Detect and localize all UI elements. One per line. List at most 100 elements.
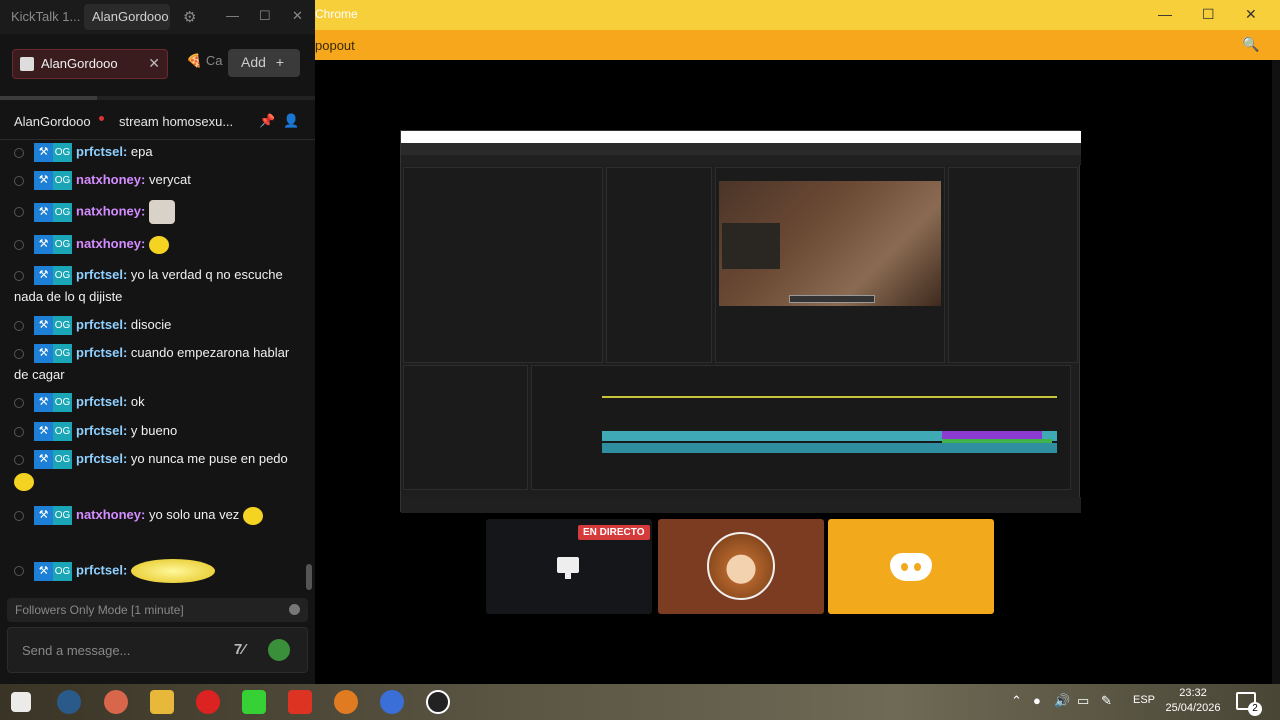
address-bar: popout 🔍 (315, 30, 1280, 60)
tab-alangordooo[interactable]: AlanGordooo ✕ (12, 49, 168, 79)
participant-tile[interactable] (658, 519, 824, 614)
opera-icon[interactable] (196, 690, 220, 714)
participant-tile-discord[interactable] (828, 519, 994, 614)
channel-name: AlanGordooo (14, 114, 91, 129)
info-icon[interactable] (289, 604, 300, 615)
og-badge-icon: OG (53, 561, 72, 581)
message-input[interactable] (22, 640, 222, 660)
add-chat-button[interactable]: Add + (228, 49, 300, 77)
account-chip[interactable]: AlanGordooo (84, 4, 170, 30)
properties-panel (948, 167, 1078, 363)
chat-text: yo solo una vez (148, 507, 240, 522)
clock[interactable]: 23:32 25/04/2026 (1164, 686, 1222, 716)
followers-only-text: Followers Only Mode [1 minute] (15, 603, 184, 617)
chat-username[interactable]: prfctsel: (76, 144, 127, 159)
app-icon[interactable] (288, 690, 312, 714)
close-tab-icon[interactable]: ✕ (148, 55, 160, 72)
chat-username[interactable]: prfctsel: (76, 562, 127, 577)
og-badge-icon: OG (53, 506, 72, 526)
chat-message: ⚒ OG prfctsel: y bueno (14, 420, 302, 442)
kicktalk-window: KickTalk 1... AlanGordooo ⚙ — ☐ ✕ AlanGo… (0, 0, 315, 684)
emoji-picker-icon[interactable] (268, 639, 290, 661)
gear-icon[interactable]: ⚙ (183, 8, 196, 26)
stream-title: stream homosexu... (119, 114, 234, 129)
address-text: popout (315, 38, 355, 53)
pin-icon[interactable]: 📌 (259, 113, 275, 129)
effect-clip (942, 439, 1052, 443)
chat-username[interactable]: natxhoney: (76, 172, 145, 187)
chat-message: ⚒ OG prfctsel: yo la verdad q no escuche n… (14, 264, 302, 308)
windows-taskbar: ⌃ ● 🔊 ▭ ✎ ESP 23:32 25/04/2026 2 (0, 684, 1280, 720)
program-video-frame (719, 181, 941, 306)
minimize-button[interactable]: — (226, 8, 239, 23)
media-panel (606, 167, 712, 363)
live-dot-icon (99, 116, 104, 121)
chat-text: y bueno (130, 423, 178, 438)
moderator-badge-icon: ⚒ (34, 266, 53, 286)
chat-username[interactable]: prfctsel: (76, 267, 127, 282)
volume-icon[interactable]: 🔊 (1054, 693, 1070, 709)
chat-username[interactable]: prfctsel: (76, 451, 127, 466)
chevron-up-icon[interactable]: ⌃ (1011, 693, 1022, 709)
monitor-icon (557, 557, 579, 579)
close-button[interactable]: ✕ (1245, 6, 1257, 23)
app-icon[interactable] (104, 690, 128, 714)
tab-scroll-indicator (0, 96, 315, 100)
moderator-badge-icon: ⚒ (34, 422, 53, 442)
maximize-button[interactable]: ☐ (259, 8, 271, 24)
windows-start-icon[interactable] (11, 692, 31, 712)
chat-username[interactable]: prfctsel: (76, 345, 127, 360)
og-badge-icon: OG (53, 202, 72, 222)
chat-username[interactable]: prfctsel: (76, 317, 127, 332)
chat-tabbar: AlanGordooo ✕ 🍕 Ca Add + (0, 44, 315, 84)
chat-username[interactable]: natxhoney: (76, 236, 145, 251)
tab-label: AlanGordooo (41, 56, 118, 71)
emote-icon (130, 559, 215, 583)
game-hotbar (789, 295, 875, 303)
chat-username[interactable]: natxhoney: (76, 203, 145, 218)
moderator-badge-icon: ⚒ (34, 344, 53, 364)
chat-message: ⚒ OG natxhoney: yo solo una vez (14, 504, 302, 526)
og-badge-icon: OG (53, 422, 72, 442)
language-indicator[interactable]: ESP (1133, 694, 1155, 706)
tab-other[interactable]: 🍕 Ca (186, 53, 222, 69)
chrome-icon[interactable] (380, 690, 404, 714)
user-icon[interactable]: 👤 (283, 113, 299, 129)
window-edge (1272, 60, 1280, 684)
pen-icon[interactable]: ✎ (1101, 693, 1112, 709)
project-panel (403, 365, 528, 490)
tab-other-label: Ca (205, 53, 223, 68)
maximize-button[interactable]: ☐ (1202, 6, 1215, 23)
file-explorer-icon[interactable] (150, 690, 174, 714)
zoom-icon[interactable]: 🔍 (1242, 36, 1259, 53)
microphone-icon[interactable] (334, 690, 358, 714)
kick-emote-icon[interactable]: 7⁄ (234, 641, 245, 658)
steam-icon[interactable] (57, 690, 81, 714)
steam-tray-icon[interactable]: ● (1033, 693, 1041, 708)
network-icon[interactable]: ▭ (1077, 693, 1089, 709)
chat-message: ⚒ OG prfctsel: cuando empezarona hablar de… (14, 342, 302, 386)
moderator-badge-icon: ⚒ (34, 143, 53, 163)
chrome-title: Chrome (315, 7, 358, 21)
message-composer: 7⁄ (7, 627, 308, 673)
og-badge-icon: OG (53, 143, 72, 163)
moderator-badge-icon: ⚒ (34, 316, 53, 336)
minimize-button[interactable]: — (1158, 6, 1172, 22)
moderator-badge-icon: ⚒ (34, 561, 53, 581)
chat-scrollbar[interactable] (306, 564, 312, 590)
obs-icon[interactable] (426, 690, 450, 714)
chat-message: ⚒ OG prfctsel: disocie (14, 314, 302, 336)
og-badge-icon: OG (53, 450, 72, 470)
chat-username[interactable]: prfctsel: (76, 394, 127, 409)
screenshare-tile[interactable]: EN DIRECTO (486, 519, 652, 614)
kick-icon[interactable] (242, 690, 266, 714)
close-button[interactable]: ✕ (292, 8, 303, 24)
plus-icon: + (275, 54, 284, 70)
app-title: KickTalk 1... (11, 9, 81, 24)
chat-text: verycat (148, 172, 191, 187)
notification-icon[interactable]: 2 (1236, 692, 1262, 716)
chat-text: yo nunca me puse en pedo (130, 451, 288, 466)
chat-username[interactable]: prfctsel: (76, 423, 127, 438)
chat-username[interactable]: natxhoney: (76, 507, 145, 522)
moderator-badge-icon: ⚒ (34, 202, 53, 222)
